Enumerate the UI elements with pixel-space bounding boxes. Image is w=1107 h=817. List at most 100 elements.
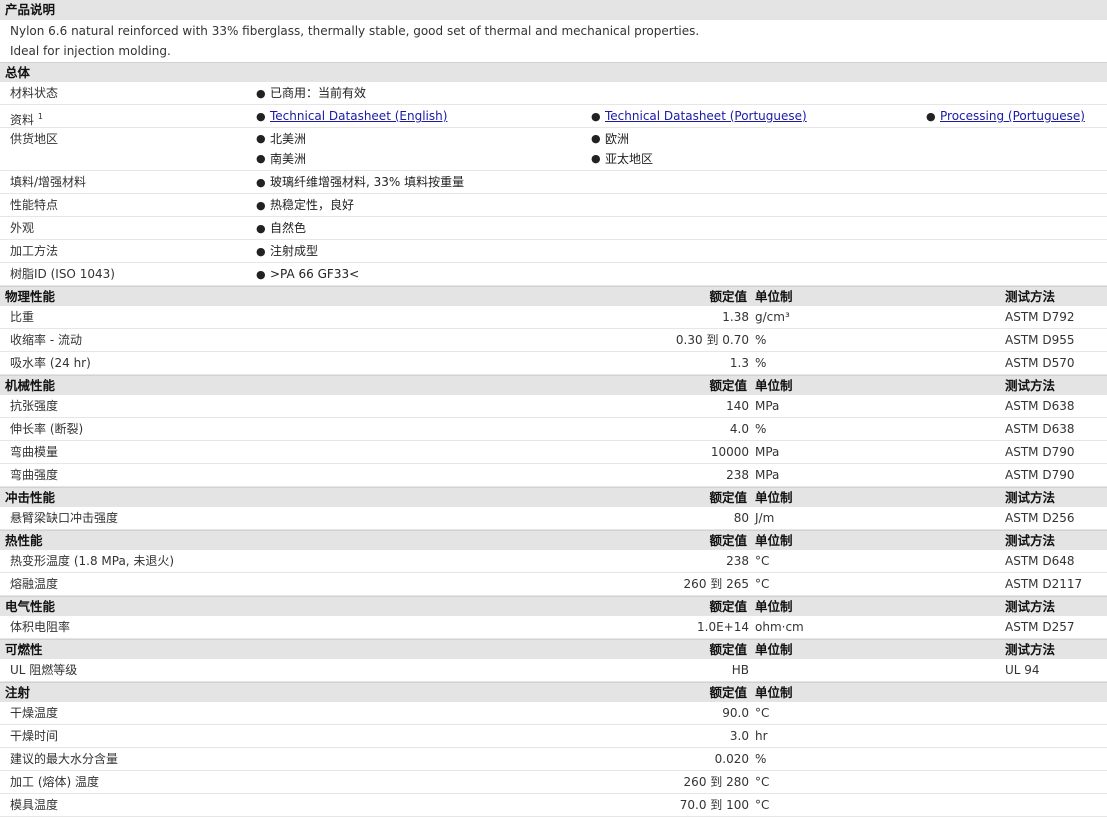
link-technical-datasheet-english[interactable]: Technical Datasheet (English)	[270, 109, 447, 123]
row-value: 4.0	[729, 422, 749, 436]
row-label: 建议的最大水分含量	[10, 752, 119, 766]
section-impact: 冲击性能 额定值 单位制 测试方法 悬臂梁缺口冲击强度 80 J/m ASTM D25…	[0, 487, 1107, 530]
row-value: 1.3	[729, 356, 749, 370]
column-header-unit: 单位制	[755, 599, 793, 614]
general-row-resin: 树脂ID (ISO 1043) ● >PA 66 GF33<	[0, 263, 1107, 286]
property-rows: 干燥温度 90.0 °C 干燥时间 3.0 hr 建议的最大水分含量 0.020% 加工 (熔体…	[0, 702, 1107, 817]
table-row: 悬臂梁缺口冲击强度 80 J/m ASTM D256	[0, 507, 1107, 530]
property-rows: 体积电阻率 1.0E+14 ohm·cm ASTM D257	[0, 616, 1107, 639]
table-row: 热变形温度 (1.8 MPa, 未退火) 238 °C ASTM D648	[0, 550, 1107, 573]
row-value: HB	[731, 663, 749, 677]
bullet-item: ● Technical Datasheet (English)	[256, 105, 447, 128]
column-header-unit: 单位制	[755, 490, 793, 505]
table-row: 收缩率 - 流动 0.30 到 0.70% ASTM D955	[0, 329, 1107, 352]
bullet-item: ● 注射成型	[256, 240, 318, 263]
row-unit: MPa	[755, 445, 780, 459]
property-rows: 热变形温度 (1.8 MPa, 未退火) 238 °C ASTM D648 熔融温度 26…	[0, 550, 1107, 596]
row-method: ASTM D570	[1005, 356, 1075, 370]
row-label: 收缩率 - 流动	[10, 333, 82, 347]
section-header-general: 总体	[0, 62, 1107, 82]
table-row: 加工 (熔体) 温度 260 到 280 °C	[0, 771, 1107, 794]
row-unit: g/cm³	[755, 310, 790, 324]
section-electrical: 电气性能 额定值 单位制 测试方法 体积电阻率 1.0E+14 ohm·cm ASTM…	[0, 596, 1107, 639]
table-row: 建议的最大水分含量 0.020%	[0, 748, 1107, 771]
bullet-icon: ●	[256, 152, 266, 165]
row-unit: %	[755, 356, 767, 370]
bullet-icon: ●	[256, 176, 266, 189]
bullet-icon: ●	[256, 222, 266, 235]
row-label: UL 阻燃等级	[10, 663, 78, 677]
section-title: 热性能	[5, 533, 43, 548]
row-unit: °C	[755, 775, 770, 789]
row-label: 外观	[10, 221, 35, 235]
row-label: 弯曲模量	[10, 445, 59, 459]
section-mechanical: 机械性能 额定值 单位制 测试方法 抗张强度 140 MPa ASTM D638 伸长率…	[0, 375, 1107, 487]
row-value: 0.020	[714, 752, 749, 766]
bullet-item: ● Processing (Portuguese)	[926, 105, 1085, 128]
column-header-value: 额定值	[709, 685, 747, 700]
row-method: UL 94	[1005, 663, 1040, 677]
bullet-item: ● 已商用：当前有效	[256, 82, 366, 105]
bullet-item: ● 玻璃纤维增强材料, 33% 填料按重量	[256, 171, 464, 194]
property-rows: 比重 1.38 g/cm³ ASTM D792 收缩率 - 流动 0.30 到 0.70%…	[0, 306, 1107, 375]
property-rows: 抗张强度 140 MPa ASTM D638 伸长率 (断裂) 4.0% ASTM D638…	[0, 395, 1107, 487]
row-unit: hr	[755, 729, 768, 743]
row-unit: MPa	[755, 399, 780, 413]
column-header-value: 额定值	[709, 533, 747, 548]
bullet-icon: ●	[926, 110, 936, 123]
row-value: 0.30 到 0.70	[675, 333, 749, 347]
row-label: 弯曲强度	[10, 468, 59, 482]
row-unit: %	[755, 333, 767, 347]
row-label: 模具温度	[10, 798, 59, 812]
row-label: 伸长率 (断裂)	[10, 422, 84, 436]
description-line: Nylon 6.6 natural reinforced with 33% fi…	[10, 24, 700, 38]
section-title: 可燃性	[5, 642, 43, 657]
section-header-physical: 物理性能 额定值 单位制 测试方法	[0, 286, 1107, 306]
section-title: 总体	[5, 65, 31, 80]
row-method: ASTM D790	[1005, 445, 1075, 459]
row-value: 140	[726, 399, 749, 413]
bullet-item: ● 南美洲	[256, 149, 306, 169]
link-technical-datasheet-portuguese[interactable]: Technical Datasheet (Portuguese)	[605, 109, 807, 123]
column-header-unit: 单位制	[755, 642, 793, 657]
table-row: 干燥温度 90.0 °C	[0, 702, 1107, 725]
section-title: 电气性能	[5, 599, 56, 614]
section-title: 注射	[5, 685, 31, 700]
property-rows: 悬臂梁缺口冲击强度 80 J/m ASTM D256	[0, 507, 1107, 530]
row-label: 比重	[10, 310, 35, 324]
section-thermal: 热性能 额定值 单位制 测试方法 热变形温度 (1.8 MPa, 未退火) 238…	[0, 530, 1107, 596]
row-method: ASTM D257	[1005, 620, 1075, 634]
row-label: 抗张强度	[10, 399, 59, 413]
row-unit: °C	[755, 554, 770, 568]
column-header-unit: 单位制	[755, 378, 793, 393]
column-header-value: 额定值	[709, 289, 747, 304]
bullet-icon: ●	[591, 152, 601, 165]
bullet-item: ● Technical Datasheet (Portuguese)	[591, 105, 807, 128]
row-value: 260 到 280	[683, 775, 749, 789]
row-method: ASTM D638	[1005, 399, 1075, 413]
row-unit: ohm·cm	[755, 620, 804, 634]
row-method: ASTM D648	[1005, 554, 1075, 568]
row-method: ASTM D790	[1005, 468, 1075, 482]
bullet-icon: ●	[256, 132, 266, 145]
row-value: 1.0E+14	[697, 620, 749, 634]
row-label: 树脂ID (ISO 1043)	[10, 267, 115, 281]
row-method: ASTM D792	[1005, 310, 1075, 324]
column-header-unit: 单位制	[755, 289, 793, 304]
row-value: 238	[726, 554, 749, 568]
product-description: Nylon 6.6 natural reinforced with 33% fi…	[0, 20, 1107, 62]
column-header-value: 额定值	[709, 378, 747, 393]
column-header-method: 测试方法	[1005, 533, 1056, 548]
general-row-status: 材料状态 ● 已商用：当前有效	[0, 82, 1107, 105]
row-label: 填料/增强材料	[10, 175, 87, 189]
column-header-unit: 单位制	[755, 685, 793, 700]
row-method: ASTM D955	[1005, 333, 1075, 347]
row-value: 90.0	[722, 706, 749, 720]
row-unit: %	[755, 752, 767, 766]
column-header-method: 测试方法	[1005, 378, 1056, 393]
section-header-injection: 注射 额定值 单位制	[0, 682, 1107, 702]
row-value: 260 到 265	[683, 577, 749, 591]
link-processing-portuguese[interactable]: Processing (Portuguese)	[940, 109, 1085, 123]
bullet-item: ● 自然色	[256, 217, 306, 240]
section-header-electrical: 电气性能 额定值 单位制 测试方法	[0, 596, 1107, 616]
